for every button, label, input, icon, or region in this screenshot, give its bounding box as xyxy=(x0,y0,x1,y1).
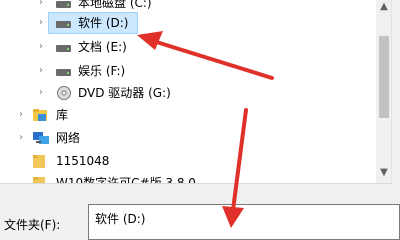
tree-item-label: 娱乐 (F:) xyxy=(78,64,126,78)
expand-chevron-icon[interactable]: › xyxy=(36,66,46,76)
tree-item-label: DVD 驱动器 (G:) xyxy=(78,86,171,100)
expand-chevron-icon[interactable]: › xyxy=(36,88,46,98)
library-icon xyxy=(32,107,48,123)
drive-icon xyxy=(56,15,72,31)
tree-item-label: 库 xyxy=(56,108,69,122)
tree-item-folder[interactable]: W10数字许可C#版 3.8.0 xyxy=(0,171,376,184)
drive-icon xyxy=(56,63,72,79)
expand-chevron-icon[interactable]: › xyxy=(36,0,46,8)
tree-item-f-drive[interactable]: › 娱乐 (F:) xyxy=(0,59,376,83)
folder-icon xyxy=(32,153,48,169)
folder-field-value: 软件 (D:) xyxy=(95,212,146,226)
drive-icon xyxy=(56,0,72,11)
folder-field[interactable]: 软件 (D:) xyxy=(88,204,400,240)
folder-icon xyxy=(32,175,48,183)
drive-icon xyxy=(56,39,72,55)
tree-item-d-drive[interactable]: › 软件 (D:) xyxy=(0,11,376,35)
expand-chevron-icon[interactable]: › xyxy=(36,18,46,28)
tree-item-label: 网络 xyxy=(56,131,81,145)
tree-item-libraries[interactable]: › 库 xyxy=(0,103,376,127)
tree-item-network[interactable]: › 网络 xyxy=(0,126,376,150)
folder-tree[interactable]: › 本地磁盘 (C:) › 软件 (D:) › 文档 (E:) › 娱乐 (F:… xyxy=(0,0,392,184)
tree-item-label: 1151048 xyxy=(56,154,110,168)
dvd-icon xyxy=(56,85,72,101)
expand-chevron-icon[interactable]: › xyxy=(36,42,46,52)
tree-item-label: W10数字许可C#版 3.8.0 xyxy=(56,176,196,184)
scrollbar-thumb[interactable] xyxy=(379,36,389,118)
folder-label: 文件夹(F): xyxy=(4,218,61,232)
tree-item-dvd-drive[interactable]: › DVD 驱动器 (G:) xyxy=(0,81,376,105)
vertical-scrollbar[interactable]: ▲ ▼ xyxy=(376,0,391,183)
expand-chevron-icon[interactable]: › xyxy=(16,110,26,120)
tree-item-e-drive[interactable]: › 文档 (E:) xyxy=(0,35,376,59)
scroll-down-icon[interactable]: ▼ xyxy=(376,166,391,180)
network-icon xyxy=(32,130,49,146)
scroll-up-icon[interactable]: ▲ xyxy=(376,0,391,14)
tree-item-label: 文档 (E:) xyxy=(78,40,127,54)
expand-chevron-icon[interactable]: › xyxy=(16,133,26,143)
tree-item-label: 本地磁盘 (C:) xyxy=(78,0,152,10)
tree-item-label: 软件 (D:) xyxy=(78,16,129,30)
tree-item-folder[interactable]: 1151048 xyxy=(0,149,376,173)
